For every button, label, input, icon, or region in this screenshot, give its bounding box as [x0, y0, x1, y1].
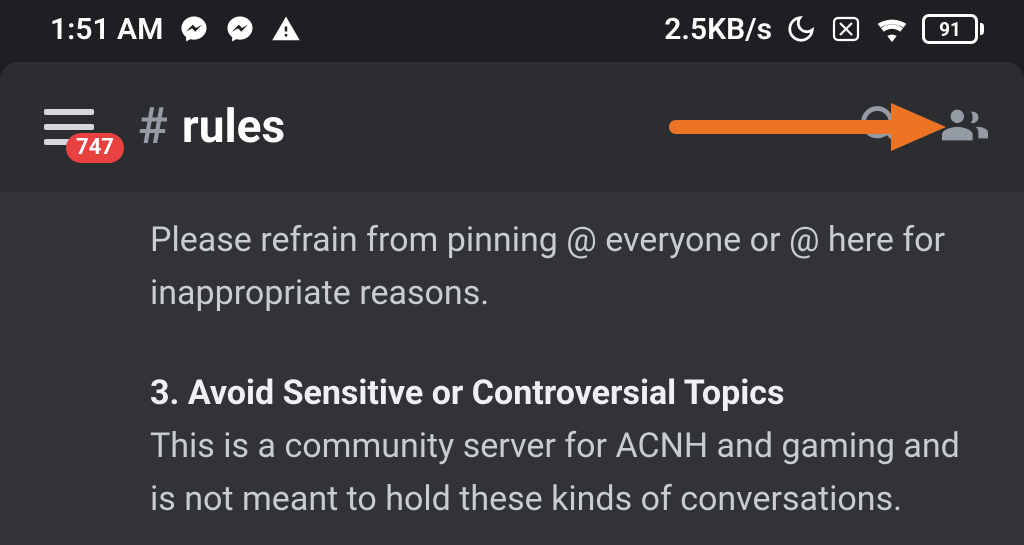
network-speed: 2.5KB/s	[664, 12, 772, 47]
header-actions	[858, 102, 988, 152]
battery-indicator: 91	[922, 14, 984, 44]
channel-hash-icon: #	[138, 98, 168, 156]
messenger-icon	[225, 14, 255, 44]
android-status-bar: 1:51 AM 2.5KB/s 91	[0, 0, 1024, 58]
status-right-group: 2.5KB/s 91	[664, 12, 984, 47]
members-button[interactable]	[942, 102, 988, 152]
messenger-icon	[179, 14, 209, 44]
status-left-group: 1:51 AM	[50, 12, 301, 47]
rule-3-body: This is a community server for ACNH and …	[150, 426, 960, 519]
clock-time: 1:51 AM	[50, 12, 163, 47]
battery-percent: 91	[939, 18, 961, 41]
channel-name: rules	[182, 100, 285, 154]
search-button[interactable]	[858, 103, 902, 151]
rule-2-continuation: Please refrain from pinning @ everyone o…	[150, 214, 978, 319]
rule-3-title: 3. Avoid Sensitive or Controversial Topi…	[150, 373, 784, 413]
rule-3-block: 3. Avoid Sensitive or Controversial Topi…	[150, 367, 978, 525]
channel-header: 747 # rules	[0, 62, 1024, 192]
notification-badge: 747	[66, 133, 124, 163]
vibrate-icon	[830, 16, 862, 42]
do-not-disturb-icon	[786, 14, 816, 44]
menu-button[interactable]: 747	[44, 107, 94, 147]
wifi-icon	[876, 16, 908, 42]
warning-icon	[271, 14, 301, 44]
channel-content[interactable]: Please refrain from pinning @ everyone o…	[0, 192, 1024, 545]
